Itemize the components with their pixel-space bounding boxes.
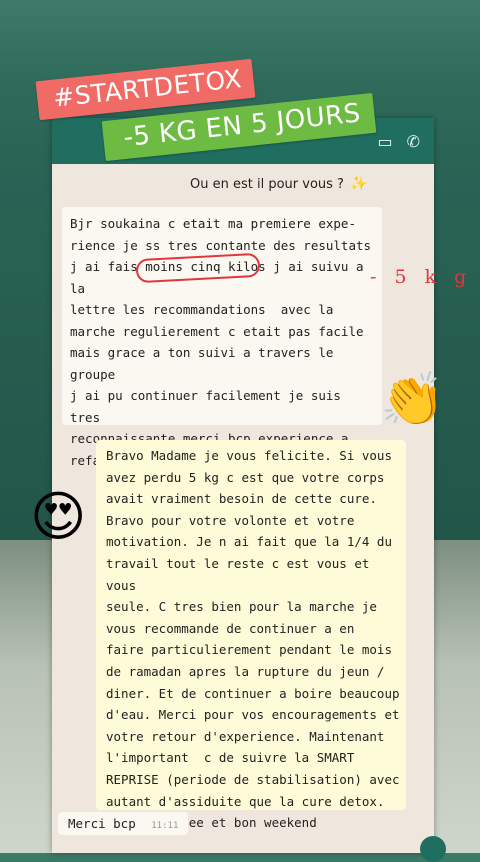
thanks-message-text: Merci bcp — [68, 816, 136, 831]
question-text: Ou en est il pour vous ? — [190, 177, 344, 192]
client-message-bubble: Bjr soukaina c etait ma premiere expe- r… — [62, 207, 382, 468]
message-time: 11:11 — [151, 821, 179, 831]
sparkle-icon: ✨ — [350, 176, 368, 192]
phone-icon[interactable]: ✆ — [407, 132, 420, 151]
question-message: Ou en est il pour vous ? ✨ — [190, 176, 368, 192]
clapping-hands-icon: 👏 — [380, 370, 445, 430]
coach-message-text: Bravo Madame je vous felicite. Si vous a… — [106, 448, 400, 831]
heart-eyes-icon: 😍 — [30, 485, 87, 548]
header-actions: ▭ ✆ — [377, 132, 420, 151]
send-button[interactable] — [420, 836, 446, 862]
video-call-icon[interactable]: ▭ — [377, 132, 392, 151]
client-message-text: Bjr soukaina c etait ma premiere expe- r… — [70, 216, 372, 468]
coach-message-bubble: Bravo Madame je vous felicite. Si vous a… — [96, 440, 406, 830]
thanks-message-bubble: Merci bcp 11:11 — [58, 812, 189, 835]
minus-5kg-annotation: - 5 k g — [370, 266, 473, 288]
